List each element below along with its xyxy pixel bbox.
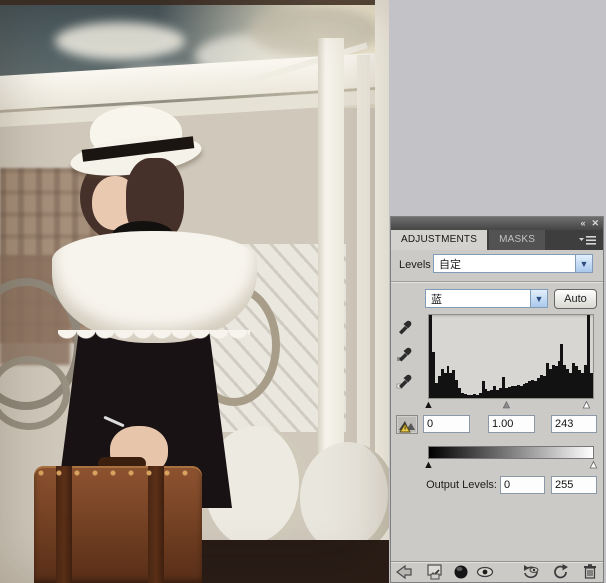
output-shadow-slider[interactable]: ▲	[423, 460, 434, 470]
input-shadow-slider[interactable]: ▲	[423, 400, 434, 410]
view-previous-state-icon[interactable]	[521, 563, 541, 581]
output-gradient-bar	[428, 446, 594, 459]
clip-to-layer-icon[interactable]	[452, 563, 472, 581]
visibility-eye-icon[interactable]	[476, 563, 496, 581]
tab-masks[interactable]: MASKS	[489, 230, 545, 250]
panel-title-bar: « ✕	[391, 217, 603, 230]
levels-header-row: Levels 自定 ▼	[391, 250, 603, 281]
input-highlight-slider[interactable]: ▲	[581, 400, 592, 410]
levels-label: Levels	[399, 259, 431, 271]
adjustments-panel: « ✕ ADJUSTMENTS MASKS Levels 自定 ▼	[390, 216, 604, 583]
input-shadow-field[interactable]	[423, 415, 470, 433]
photo-vignette	[0, 0, 389, 583]
eyedropper-group	[396, 317, 414, 389]
divider	[391, 561, 603, 562]
chevron-down-icon: ▼	[575, 255, 592, 272]
output-highlight-slider[interactable]: ▲	[588, 460, 599, 470]
panel-menu-icon[interactable]	[579, 235, 597, 246]
output-levels-label: Output Levels:	[421, 479, 497, 491]
photoshop-workspace: « ✕ ADJUSTMENTS MASKS Levels 自定 ▼	[0, 0, 606, 583]
input-midtone-slider[interactable]: ▲	[501, 400, 512, 410]
panel-footer-toolbar	[391, 563, 603, 582]
reset-adjustment-icon[interactable]	[552, 563, 572, 581]
channel-dropdown[interactable]: 蓝 ▼	[425, 289, 548, 308]
preset-value: 自定	[434, 256, 575, 272]
expanded-view-icon[interactable]	[425, 563, 445, 581]
panel-tabs: ADJUSTMENTS MASKS	[391, 230, 603, 250]
delete-adjustment-icon[interactable]	[582, 563, 602, 581]
recalculate-histogram-icon[interactable]	[396, 415, 418, 434]
divider	[391, 281, 603, 282]
histogram-bars	[429, 315, 593, 398]
chevron-down-icon: ▼	[530, 290, 547, 307]
white-point-eyedropper-icon[interactable]	[396, 371, 414, 389]
input-midtone-field[interactable]	[488, 415, 535, 433]
collapse-to-icons-icon[interactable]: «	[580, 219, 585, 228]
black-point-eyedropper-icon[interactable]	[396, 317, 414, 335]
output-shadow-field[interactable]	[500, 476, 545, 494]
document-canvas[interactable]	[0, 0, 389, 583]
return-arrow-icon[interactable]	[394, 563, 414, 581]
tab-adjustments[interactable]: ADJUSTMENTS	[391, 230, 487, 250]
levels-histogram[interactable]	[428, 314, 594, 399]
input-highlight-field[interactable]	[551, 415, 597, 433]
output-highlight-field[interactable]	[551, 476, 597, 494]
preset-dropdown[interactable]: 自定 ▼	[433, 254, 593, 273]
gray-point-eyedropper-icon[interactable]	[396, 344, 414, 362]
channel-value: 蓝	[426, 291, 530, 307]
auto-button[interactable]: Auto	[554, 289, 597, 309]
close-icon[interactable]: ✕	[591, 219, 599, 228]
